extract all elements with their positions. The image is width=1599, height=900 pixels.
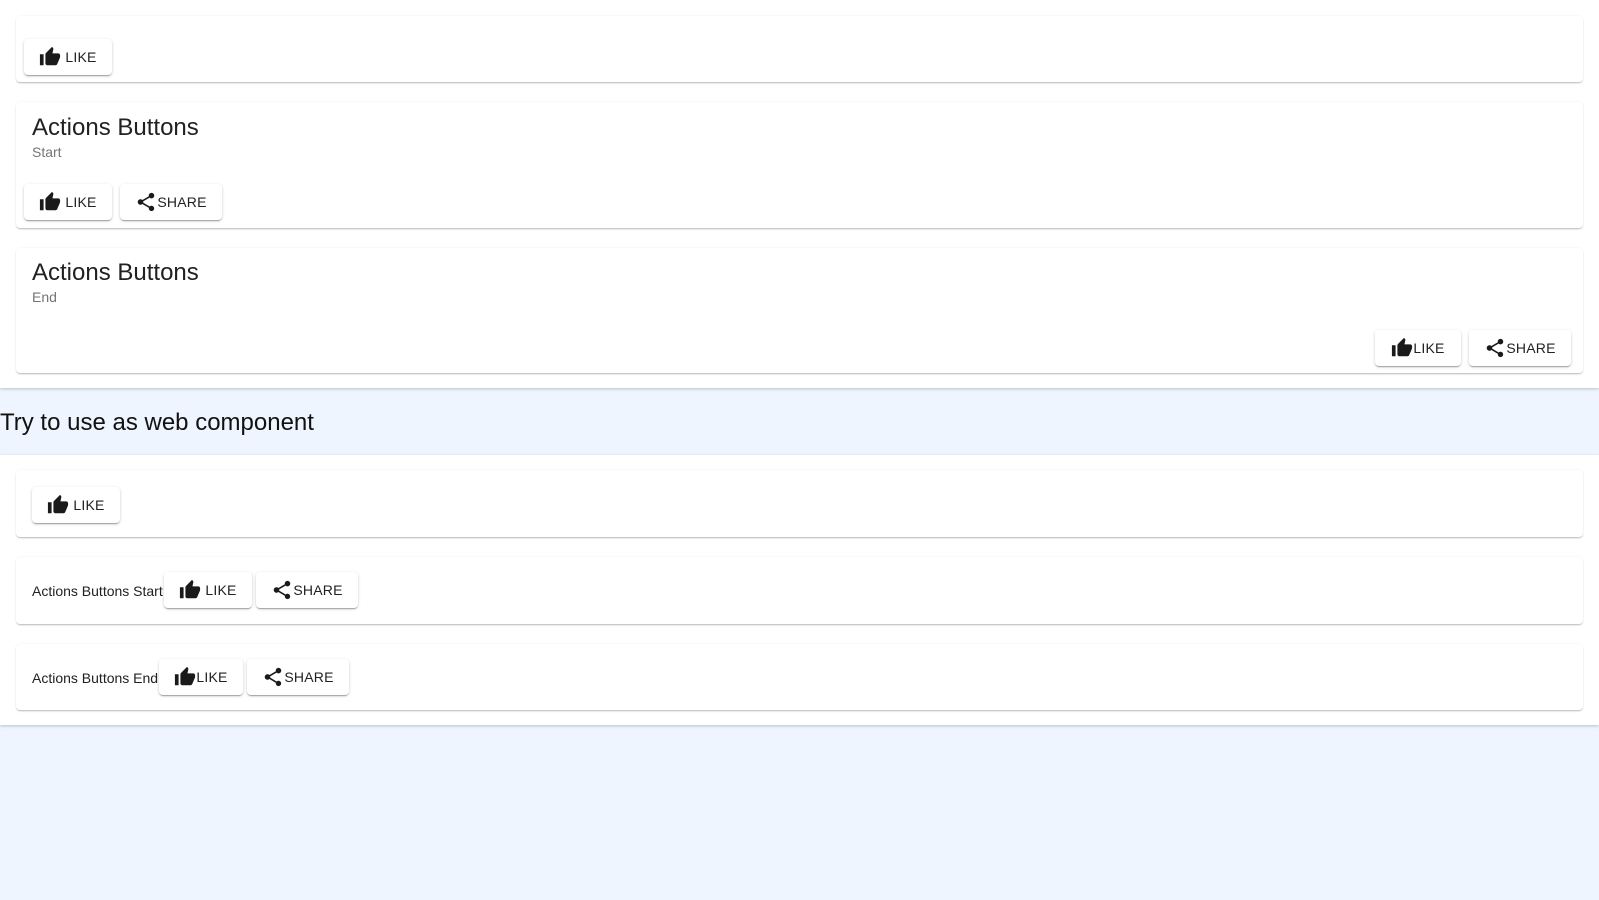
actions-start-card: Actions Buttons Start LIKE SHARE (16, 557, 1583, 624)
like-button[interactable]: LIKE (164, 572, 252, 608)
share-button[interactable]: SHARE (1469, 330, 1571, 366)
card-label: Actions Buttons End (32, 670, 159, 686)
section-heading: Try to use as web component (0, 409, 314, 436)
share-icon (1484, 337, 1506, 359)
actions-end-card: Actions Buttons End LIKE SHARE (16, 644, 1583, 710)
like-button-label: LIKE (196, 669, 228, 685)
like-card: LIKE (16, 16, 1583, 82)
like-button-label: LIKE (205, 582, 237, 598)
like-button[interactable]: LIKE (24, 39, 112, 75)
share-button[interactable]: SHARE (247, 659, 349, 695)
like-button-label: LIKE (1413, 340, 1445, 356)
card-label: Actions Buttons Start (32, 583, 163, 599)
thumb-up-icon (179, 579, 201, 601)
like-button[interactable]: LIKE (24, 184, 112, 220)
like-button-label: LIKE (65, 49, 97, 65)
card-subtitle: Start (32, 144, 62, 160)
share-button[interactable]: SHARE (256, 572, 358, 608)
like-button[interactable]: LIKE (1375, 330, 1461, 366)
share-button-label: SHARE (157, 194, 207, 210)
thumb-up-icon (1391, 337, 1413, 359)
like-button-label: LIKE (65, 194, 97, 210)
like-button[interactable]: LIKE (159, 659, 243, 695)
card-title: Actions Buttons (32, 259, 199, 286)
card-subtitle: End (32, 289, 57, 305)
thumb-up-icon (39, 46, 61, 68)
share-button-label: SHARE (1506, 340, 1556, 356)
top-panel: LIKE Actions Buttons Start LIKE SHARE Ac… (0, 0, 1599, 388)
web-component-panel: LIKE Actions Buttons Start LIKE SHARE Ac… (0, 455, 1599, 725)
share-button[interactable]: SHARE (120, 184, 222, 220)
actions-start-card: Actions Buttons Start LIKE SHARE (16, 102, 1583, 228)
like-card: LIKE (16, 470, 1583, 537)
share-button-label: SHARE (293, 582, 343, 598)
actions-end-card: Actions Buttons End LIKE SHARE (16, 248, 1583, 373)
like-button[interactable]: LIKE (32, 487, 120, 523)
share-button-label: SHARE (284, 669, 334, 685)
share-icon (271, 579, 293, 601)
card-title: Actions Buttons (32, 114, 199, 141)
share-icon (135, 191, 157, 213)
thumb-up-icon (174, 666, 196, 688)
like-button-label: LIKE (73, 497, 105, 513)
share-icon (262, 666, 284, 688)
thumb-up-icon (39, 191, 61, 213)
thumb-up-icon (47, 494, 69, 516)
